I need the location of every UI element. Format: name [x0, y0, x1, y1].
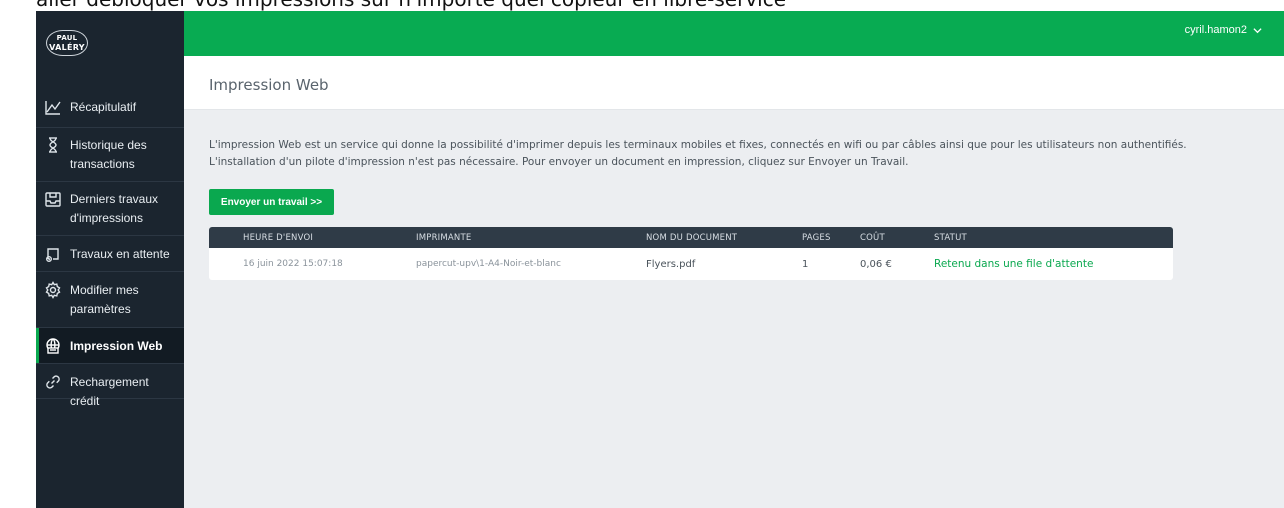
- chevron-down-icon: [1253, 27, 1262, 33]
- sidebar-item-rechargement[interactable]: Rechargement crédit: [36, 363, 184, 408]
- sidebar-item-label: Travaux en attente: [70, 247, 170, 261]
- column-header-time[interactable]: HEURE D'ENVOI: [209, 233, 416, 243]
- page-caption: aller débloquer vos impressions sur n'im…: [0, 0, 1284, 11]
- web-print-icon: [36, 337, 70, 355]
- sidebar: PAUL VALÉRY Récapitulatif Historique des…: [36, 11, 184, 508]
- sidebar-item-label: Modifier mes paramètres: [70, 283, 139, 316]
- sidebar-item-recapitulatif[interactable]: Récapitulatif: [36, 75, 184, 127]
- cell-printer: papercut-upv\1-A4-Noir-et-blanc: [416, 259, 561, 269]
- table-header: HEURE D'ENVOI IMPRIMANTE NOM DU DOCUMENT…: [209, 227, 1173, 248]
- page-description: L'impression Web est un service qui donn…: [209, 137, 1269, 171]
- top-bar: cyril.hamon2: [184, 11, 1284, 56]
- description-line: L'impression Web est un service qui donn…: [209, 139, 1187, 151]
- sidebar-item-label: Récapitulatif: [70, 100, 137, 114]
- cell-document: Flyers.pdf: [646, 258, 696, 270]
- link-icon: [36, 373, 70, 391]
- logo-area: PAUL VALÉRY: [36, 11, 184, 75]
- page-title: Impression Web: [209, 76, 329, 94]
- tray-icon: [36, 190, 70, 208]
- cell-status: Retenu dans une file d'attente: [934, 258, 1094, 270]
- description-line: L'installation d'un pilote d'impression …: [209, 156, 909, 168]
- hourglass-icon: [36, 136, 70, 154]
- user-menu[interactable]: cyril.hamon2: [1185, 24, 1262, 36]
- send-job-button[interactable]: Envoyer un travail >>: [209, 189, 334, 215]
- sidebar-item-label: Historique des transactions: [70, 138, 147, 171]
- user-name: cyril.hamon2: [1184, 24, 1247, 36]
- sidebar-item-derniers-travaux[interactable]: Derniers travaux d'impressions: [36, 181, 184, 235]
- table-row[interactable]: 16 juin 2022 15:07:18 papercut-upv\1-A4-…: [209, 248, 1173, 280]
- sidebar-item-parametres[interactable]: Modifier mes paramètres: [36, 271, 184, 327]
- column-header-document[interactable]: NOM DU DOCUMENT: [646, 233, 802, 243]
- sidebar-item-travaux-attente[interactable]: Travaux en attente: [36, 235, 184, 271]
- gear-icon: [36, 281, 70, 299]
- sidebar-item-impression-web[interactable]: Impression Web: [36, 327, 184, 363]
- cell-pages: 1: [802, 258, 809, 270]
- sidebar-item-label: Derniers travaux d'impressions: [70, 192, 159, 225]
- sidebar-item-label: Rechargement crédit: [70, 375, 149, 408]
- university-logo[interactable]: PAUL VALÉRY: [46, 30, 88, 56]
- sidebar-item-historique[interactable]: Historique des transactions: [36, 127, 184, 181]
- pending-jobs-icon: [36, 245, 70, 263]
- column-header-cost[interactable]: COÛT: [860, 233, 934, 243]
- column-header-printer[interactable]: IMPRIMANTE: [416, 233, 646, 243]
- sidebar-nav: Récapitulatif Historique des transaction…: [36, 75, 184, 408]
- sidebar-item-label: Impression Web: [70, 339, 163, 353]
- cell-time: 16 juin 2022 15:07:18: [243, 259, 343, 269]
- column-header-pages[interactable]: PAGES: [802, 233, 860, 243]
- jobs-table: HEURE D'ENVOI IMPRIMANTE NOM DU DOCUMENT…: [209, 227, 1173, 280]
- page-header: Impression Web: [184, 56, 1284, 110]
- chart-line-icon: [36, 98, 70, 116]
- main-content: L'impression Web est un service qui donn…: [184, 110, 1284, 508]
- column-header-status[interactable]: STATUT: [934, 233, 1173, 243]
- cell-cost: 0,06 €: [860, 258, 892, 270]
